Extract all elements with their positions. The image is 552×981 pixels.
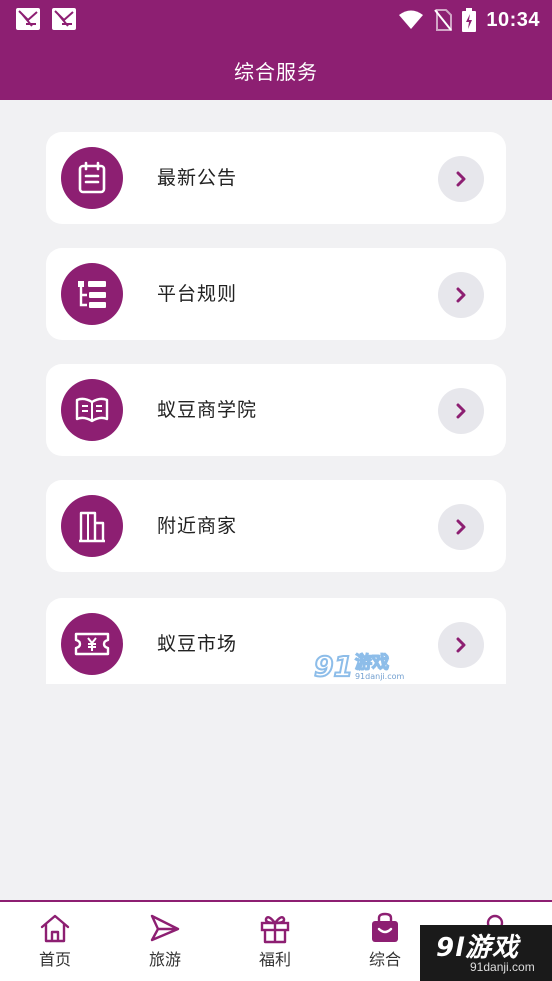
watermark-corner: 9l游戏 91danji.com xyxy=(420,925,552,981)
app-bar: 综合服务 xyxy=(0,40,552,100)
watermark-logo: 91 游戏 91danji.com xyxy=(313,650,405,683)
service-item-rules[interactable]: 平台规则 xyxy=(46,248,506,340)
chevron-right-icon[interactable] xyxy=(438,388,484,434)
status-time: 10:34 xyxy=(486,8,540,31)
tab-label: 福利 xyxy=(258,950,291,969)
tab-label: 综合 xyxy=(368,950,401,969)
shopping-bag-icon xyxy=(369,912,401,944)
watermark-corner-site: 91danji.com xyxy=(470,960,535,974)
rules-list-icon xyxy=(61,263,123,325)
battery-charging-icon xyxy=(462,8,477,32)
tab-label: 首页 xyxy=(38,950,71,969)
chevron-right-icon[interactable] xyxy=(438,272,484,318)
yen-ticket-icon xyxy=(61,613,123,675)
service-label: 平台规则 xyxy=(157,283,238,305)
tab-welfare[interactable]: 福利 xyxy=(220,902,330,981)
page-title: 综合服务 xyxy=(234,59,318,84)
notice-icon xyxy=(61,147,123,209)
home-icon xyxy=(39,912,71,944)
tab-label: 旅游 xyxy=(148,950,181,969)
open-book-icon xyxy=(61,379,123,441)
service-item-academy[interactable]: 蚁豆商学院 xyxy=(46,364,506,456)
building-icon xyxy=(61,495,123,557)
service-item-notice[interactable]: 最新公告 xyxy=(46,132,506,224)
tab-travel[interactable]: 旅游 xyxy=(110,902,220,981)
watermark-site: 91danji.com xyxy=(354,672,405,681)
service-item-nearby[interactable]: 附近商家 xyxy=(46,480,506,572)
paper-plane-icon xyxy=(149,912,181,944)
status-bar: 10:34 xyxy=(0,0,552,40)
service-item-market[interactable]: 蚁豆市场 xyxy=(46,598,506,684)
chevron-right-icon[interactable] xyxy=(438,622,484,668)
tab-home[interactable]: 首页 xyxy=(0,902,110,981)
app-notification-icon xyxy=(52,8,76,30)
gift-icon xyxy=(259,912,291,944)
watermark-number: 91 xyxy=(313,650,354,683)
watermark-text: 游戏 xyxy=(354,653,389,673)
service-label: 蚁豆市场 xyxy=(157,633,238,655)
no-sim-icon xyxy=(434,9,453,31)
service-label: 最新公告 xyxy=(157,167,238,189)
app-notification-icon xyxy=(16,8,40,30)
wifi-icon xyxy=(399,10,424,29)
service-label: 蚁豆商学院 xyxy=(157,399,258,421)
chevron-right-icon[interactable] xyxy=(438,504,484,550)
chevron-right-icon[interactable] xyxy=(438,156,484,202)
service-label: 附近商家 xyxy=(157,515,238,537)
watermark-corner-text: 9l游戏 xyxy=(436,933,520,963)
